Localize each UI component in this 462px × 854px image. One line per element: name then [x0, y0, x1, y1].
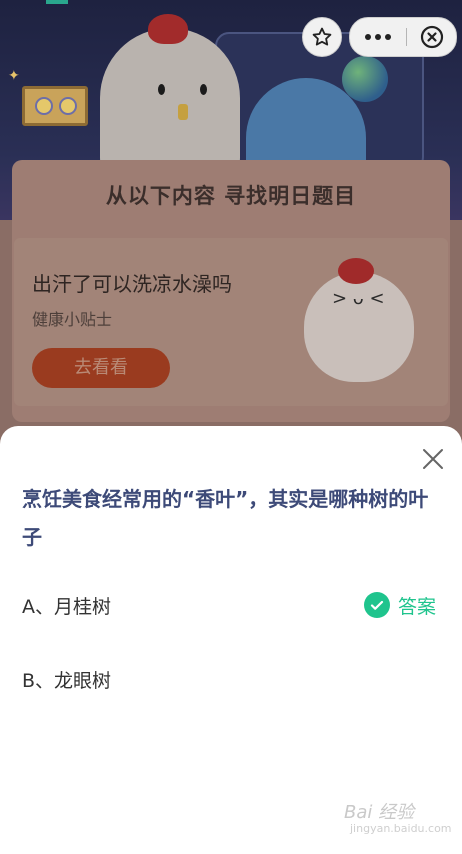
capsule-menu [349, 17, 457, 57]
option-b[interactable]: B、龙眼树 [0, 656, 462, 704]
tab-indicator [46, 0, 68, 4]
baidu-watermark: Bai 经验 [344, 802, 415, 823]
chick-comb [148, 14, 188, 44]
chick-beak [178, 104, 188, 120]
chick-eye [200, 84, 207, 95]
star-outline-icon [312, 27, 332, 46]
medal-icon [35, 97, 53, 115]
option-label: A、月桂树 [22, 596, 111, 618]
favorite-button[interactable] [302, 17, 342, 57]
more-dots-icon [365, 34, 391, 40]
sparkle-icon: ✦ [8, 68, 20, 84]
option-label: B、龙眼树 [22, 670, 112, 692]
divider [406, 28, 407, 46]
option-a[interactable]: A、月桂树 答案 [0, 582, 462, 630]
close-circle-icon [420, 25, 444, 49]
answer-badge: 答案 [364, 592, 436, 618]
chick-comb [338, 258, 374, 284]
close-miniprogram-button[interactable] [410, 18, 454, 56]
medal-frame-illustration [22, 86, 88, 126]
close-icon[interactable] [420, 446, 446, 472]
check-icon [364, 592, 390, 618]
question-text: 烹饪美食经常用的“香叶”，其实是哪种树的叶子 [22, 487, 429, 549]
chick-face: > ᴗ < [332, 288, 385, 309]
baidu-watermark-url: jingyan.baidu.com [350, 822, 452, 835]
more-button[interactable] [350, 18, 406, 56]
answer-label: 答案 [398, 595, 437, 618]
banner-title: 从以下内容 寻找明日题目 [105, 184, 357, 208]
chick-eye [158, 84, 165, 95]
tip-subtitle: 健康小贴士 [32, 310, 113, 329]
tip-title: 出汗了可以洗凉水澡吗 [32, 272, 232, 296]
go-see-button[interactable]: 去看看 [32, 348, 170, 388]
medal-icon [59, 97, 77, 115]
